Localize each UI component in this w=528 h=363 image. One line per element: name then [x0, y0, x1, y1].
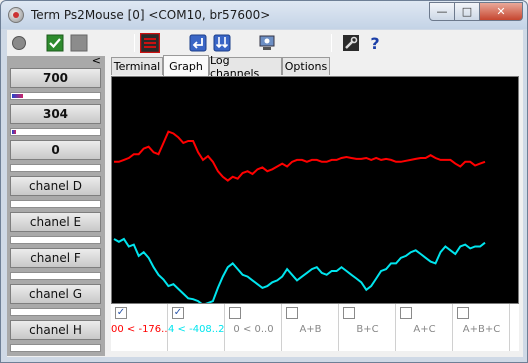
channel-toggle[interactable]: 0 < 0..0: [225, 304, 282, 351]
channel-range-label: A+B: [299, 324, 322, 335]
channel-level-bar: [10, 236, 101, 244]
window-title: Term Ps2Mouse [0] <COM10, br57600>: [31, 8, 271, 22]
app-icon: [8, 7, 24, 23]
channel-button[interactable]: 304: [10, 104, 101, 124]
channel-checkbox[interactable]: ✓: [115, 307, 127, 319]
channel-level-bar: [10, 344, 101, 352]
channel-level-bar: [10, 164, 101, 172]
channel-checkbox[interactable]: [286, 307, 298, 319]
channel-checkbox[interactable]: ✓: [172, 307, 184, 319]
channel-range-label: 00 < -176..8: [111, 324, 168, 335]
channel-toggle[interactable]: A+B: [282, 304, 339, 351]
toolbar: ?: [7, 30, 523, 56]
series-line-cyan: [113, 237, 486, 303]
settings-icon[interactable]: [257, 33, 277, 53]
panel-header: <: [7, 54, 105, 67]
app-window: Term Ps2Mouse [0] <COM10, br57600> — □ ✕: [0, 0, 528, 363]
export-icon[interactable]: [212, 33, 232, 53]
stop-icon[interactable]: [69, 33, 89, 53]
channel-range-label: 4 < -408..2(: [168, 324, 225, 335]
channel-button[interactable]: chanel D: [10, 176, 101, 196]
title-bar[interactable]: Term Ps2Mouse [0] <COM10, br57600> — □ ✕: [1, 1, 527, 29]
tab-terminal[interactable]: Terminal: [111, 57, 163, 75]
channel-selector-row: ✓ 00 < -176..8 ✓ 4 < -408..2( 0 < 0..0 A+B B+C…: [111, 304, 519, 351]
channel-range-label: A+B+C: [462, 324, 501, 335]
channel-toggle[interactable]: A+C: [396, 304, 453, 351]
minimize-button[interactable]: —: [429, 2, 455, 21]
channel-checkbox[interactable]: [343, 307, 355, 319]
tab-log-channels[interactable]: Log channels: [209, 54, 282, 80]
channel-toggle[interactable]: A+B+C: [453, 304, 510, 351]
channel-level-bar: [10, 92, 101, 100]
channel-level-bar: [10, 308, 101, 316]
channel-button[interactable]: chanel G: [10, 284, 101, 304]
channel-level-fill: [12, 94, 23, 98]
channel-button[interactable]: chanel F: [10, 248, 101, 268]
terminal-icon[interactable]: [139, 32, 161, 54]
tools-icon[interactable]: [341, 33, 361, 53]
maximize-button[interactable]: □: [454, 2, 480, 21]
tab-options[interactable]: Options: [282, 57, 330, 75]
record-icon[interactable]: [9, 33, 29, 53]
channel-button[interactable]: 700: [10, 68, 101, 88]
toolbar-separator: [331, 34, 332, 52]
channel-checkbox[interactable]: [229, 307, 241, 319]
channel-button[interactable]: chanel E: [10, 212, 101, 232]
client-area: ? < 700 304 0 chanel D chanel E chanel F chane…: [7, 30, 523, 357]
graph-canvas: [113, 130, 486, 303]
channel-toggle[interactable]: ✓ 4 < -408..2(: [168, 304, 225, 351]
channel-button[interactable]: chanel H: [10, 320, 101, 340]
channel-button[interactable]: 0: [10, 140, 101, 160]
channel-toggle[interactable]: ✓ 00 < -176..8: [111, 304, 168, 351]
graph-area[interactable]: [111, 76, 519, 304]
check-icon[interactable]: [45, 33, 65, 53]
help-icon[interactable]: ?: [365, 33, 385, 53]
collapse-panel-button[interactable]: <: [92, 54, 101, 67]
series-line-red: [114, 130, 486, 182]
channel-level-bar: [10, 128, 101, 136]
channel-checkbox[interactable]: [457, 307, 469, 319]
channel-range-label: A+C: [413, 324, 436, 335]
channel-level-fill: [12, 130, 17, 134]
import-icon[interactable]: [188, 33, 208, 53]
close-button[interactable]: ✕: [479, 2, 523, 21]
channel-panel: < 700 304 0 chanel D chanel E chanel F chanel …: [7, 54, 105, 356]
channel-range-label: 0 < 0..0: [233, 324, 274, 335]
channel-range-label: B+C: [356, 324, 379, 335]
channel-level-bar: [10, 200, 101, 208]
channel-toggle[interactable]: B+C: [339, 304, 396, 351]
tab-graph[interactable]: Graph: [163, 55, 209, 76]
channel-level-bar: [10, 272, 101, 280]
toolbar-separator: [134, 34, 135, 52]
channel-checkbox[interactable]: [400, 307, 412, 319]
